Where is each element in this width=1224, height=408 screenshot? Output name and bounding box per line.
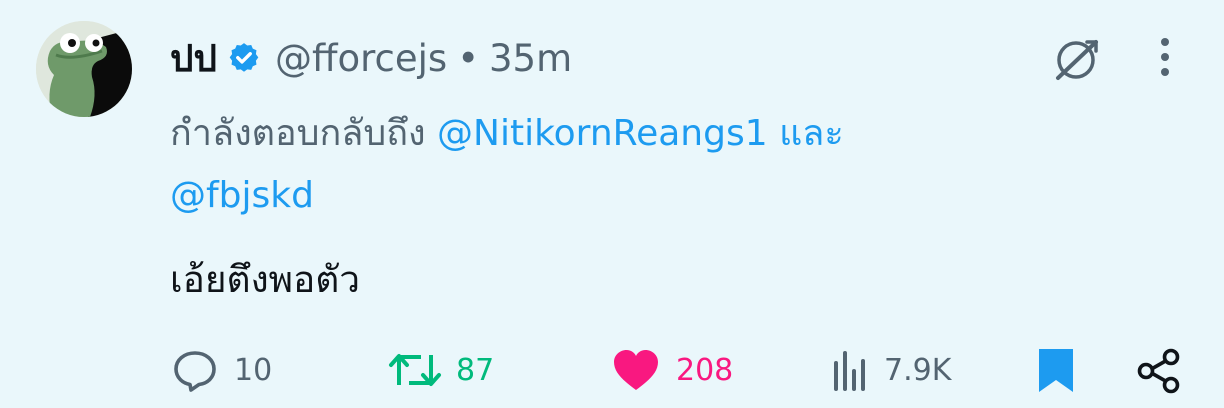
display-name[interactable]: ปป [170, 29, 217, 88]
reply-count: 10 [234, 352, 273, 388]
heart-icon [614, 350, 658, 390]
avatar[interactable] [36, 21, 132, 117]
reply-button[interactable]: 10 [170, 344, 272, 396]
replying-to: กำลังตอบกลับถึง @NitikornReangs1 และ @fb… [170, 103, 1070, 227]
grok-icon[interactable] [1050, 34, 1102, 86]
like-button[interactable]: 208 [610, 344, 733, 396]
replying-to-label: กำลังตอบกลับถึง [170, 113, 426, 154]
retweet-icon [389, 354, 441, 386]
like-count: 208 [676, 352, 734, 388]
view-count: 7.9K [884, 352, 952, 388]
retweet-button[interactable]: 87 [388, 344, 494, 396]
mention-link[interactable]: @NitikornReangs1 [437, 113, 768, 154]
separator-dot: • [457, 36, 480, 80]
timestamp[interactable]: 35m [489, 37, 572, 80]
retweet-count: 87 [456, 352, 495, 388]
bookmark-icon[interactable] [1034, 344, 1078, 396]
tweet-header: ปป @fforcejs • 35m [170, 30, 572, 86]
verified-badge-icon [227, 41, 261, 75]
user-handle[interactable]: @fforcejs [275, 37, 447, 80]
views-button[interactable]: 7.9K [830, 344, 951, 396]
mention-link[interactable]: @fbjskd [170, 175, 314, 216]
views-icon [834, 351, 865, 391]
more-vertical-icon[interactable] [1150, 36, 1180, 80]
tweet-text: เอ้ยตึงพอตัว [170, 258, 361, 301]
reply-icon [174, 351, 216, 392]
share-icon[interactable] [1134, 346, 1184, 396]
avatar-image [36, 21, 132, 117]
and-word: และ [779, 113, 844, 154]
